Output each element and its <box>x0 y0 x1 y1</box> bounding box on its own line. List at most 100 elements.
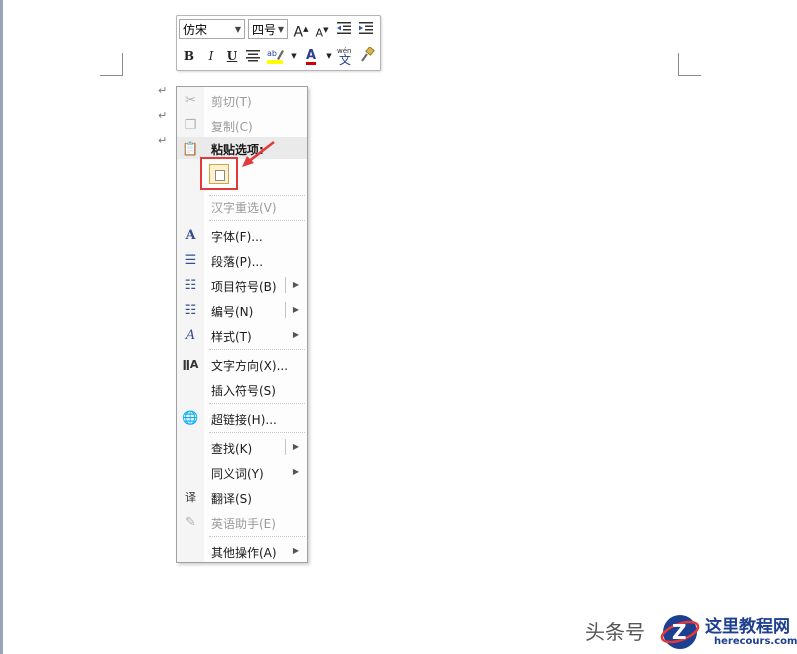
copy-icon: ❐ <box>184 118 197 133</box>
crop-mark-left <box>100 53 123 76</box>
styles-icon: A <box>185 328 196 343</box>
menu-item-other-actions[interactable]: 其他操作(A) ▶ <box>177 539 307 564</box>
svg-text:ab: ab <box>267 49 277 58</box>
menu-item-styles[interactable]: A 样式(T) ▶ <box>177 323 307 348</box>
italic-button[interactable]: I <box>202 47 220 65</box>
svg-text:Z: Z <box>672 620 687 644</box>
format-painter-icon <box>361 46 375 62</box>
chevron-down-icon[interactable]: ▼ <box>285 47 303 65</box>
menu-item-reconvert[interactable]: 汉字重选(V) <box>177 194 307 219</box>
chevron-down-icon: ▼ <box>277 25 284 34</box>
center-align-icon <box>246 50 260 62</box>
format-painter-button[interactable] <box>358 46 376 65</box>
menu-item-label: 超链接(H)... <box>211 413 277 427</box>
submenu-arrow-icon: ▶ <box>292 330 299 339</box>
menu-item-text-direction[interactable]: ǁA 文字方向(X)... <box>177 352 307 377</box>
menu-item-label: 同义词(Y) <box>211 467 264 481</box>
menu-separator <box>209 403 305 404</box>
brand-logo-icon: Z <box>660 615 700 649</box>
submenu-arrow-icon[interactable]: ▶ <box>293 303 299 317</box>
paste-text-icon <box>209 164 229 184</box>
submenu-arrow-icon: ▶ <box>292 546 299 555</box>
submenu-arrow-icon: ▶ <box>292 467 299 476</box>
highlight-button[interactable]: ab <box>266 47 284 65</box>
scissors-icon: ✂ <box>185 93 196 108</box>
menu-item-insert-symbol[interactable]: 插入符号(S) <box>177 377 307 402</box>
paragraph-mark: ↵ <box>158 109 168 122</box>
translate-icon: 译 <box>185 491 196 504</box>
window-left-edge <box>0 0 3 654</box>
font-color-button[interactable]: A <box>302 46 320 65</box>
menu-item-english-assistant[interactable]: ✎ 英语助手(E) <box>177 510 307 535</box>
menu-separator <box>209 220 305 221</box>
menu-item-paragraph[interactable]: ☰ 段落(P)... <box>177 248 307 273</box>
menu-item-font[interactable]: A 字体(F)... <box>177 223 307 248</box>
font-size-value: 四号 <box>252 23 277 37</box>
chevron-down-icon: ▼ <box>234 25 241 34</box>
font-size-combo[interactable]: 四号 ▼ <box>248 19 288 39</box>
menu-item-numbering[interactable]: ☷ 编号(N) ▶ <box>177 298 307 323</box>
menu-item-copy[interactable]: ❐ 复制(C) <box>177 113 307 138</box>
font-icon: A <box>185 228 196 243</box>
menu-item-cut[interactable]: ✂ 剪切(T) <box>177 88 307 113</box>
menu-item-label: 翻译(S) <box>211 492 252 506</box>
clipboard-icon: 📋 <box>182 142 199 157</box>
shrink-font-icon: A <box>315 26 324 40</box>
split-divider <box>285 277 286 293</box>
menu-item-hyperlink[interactable]: 🌐 超链接(H)... <box>177 406 307 431</box>
menu-item-label: 插入符号(S) <box>211 384 276 398</box>
increase-indent-icon <box>359 22 373 34</box>
paste-keep-text-only-button[interactable] <box>200 157 238 190</box>
shrink-font-button[interactable]: A▼ <box>313 21 331 40</box>
menu-item-translate[interactable]: 译 翻译(S) <box>177 485 307 510</box>
text-direction-icon: ǁA <box>182 358 199 371</box>
menu-item-label: 汉字重选(V) <box>211 201 277 215</box>
phonetic-guide-icon: wén 文 <box>336 45 356 67</box>
menu-separator <box>209 349 305 350</box>
split-divider <box>285 302 286 318</box>
numbered-list-icon: ☷ <box>184 303 197 318</box>
decrease-indent-button[interactable] <box>335 20 353 38</box>
menu-item-label: 项目符号(B) <box>211 280 277 294</box>
phonetic-char: 文 <box>339 53 352 67</box>
font-color-icon: A <box>305 48 317 65</box>
watermark-brand: 这里教程网 <box>705 617 790 637</box>
menu-item-label: 英语助手(E) <box>211 517 276 531</box>
menu-item-label: 文字方向(X)... <box>211 359 289 373</box>
menu-item-label: 其他操作(A) <box>211 546 277 560</box>
watermark-source: 头条号 <box>585 620 645 644</box>
grow-font-icon: A <box>293 24 304 41</box>
watermark-url: herecours.com <box>714 636 797 647</box>
underline-button[interactable]: U <box>223 47 241 65</box>
submenu-arrow-icon[interactable]: ▶ <box>293 278 299 292</box>
paragraph-mark: ↵ <box>158 84 168 97</box>
menu-item-label: 查找(K) <box>211 442 253 456</box>
highlighter-icon: ab <box>267 49 284 64</box>
menu-item-label: 样式(T) <box>211 330 252 344</box>
grow-font-button[interactable]: A▲ <box>292 20 310 41</box>
menu-item-label: 字体(F)... <box>211 230 263 244</box>
center-align-button[interactable] <box>244 47 262 65</box>
menu-item-lookup[interactable]: 查找(K) ▶ <box>177 435 307 460</box>
increase-indent-button[interactable] <box>357 20 375 38</box>
menu-item-bullets[interactable]: ☷ 项目符号(B) ▶ <box>177 273 307 298</box>
submenu-arrow-icon[interactable]: ▶ <box>293 440 299 454</box>
menu-separator <box>209 536 305 537</box>
crop-mark-right <box>678 53 701 76</box>
menu-item-label: 段落(P)... <box>211 255 264 269</box>
english-assistant-icon: ✎ <box>185 515 196 530</box>
menu-item-label: 剪切(T) <box>211 95 252 109</box>
mini-toolbar: 仿宋 ▼ 四号 ▼ A▲ A▼ B I U ab ▼ A ▼ wén 文 <box>176 15 381 71</box>
bullet-list-icon: ☷ <box>184 278 197 293</box>
split-divider <box>285 439 286 455</box>
menu-item-label: 复制(C) <box>211 120 253 134</box>
font-name-combo[interactable]: 仿宋 ▼ <box>179 19 245 39</box>
menu-item-label: 编号(N) <box>211 305 254 319</box>
decrease-indent-icon <box>337 22 351 34</box>
bold-button[interactable]: B <box>180 47 198 65</box>
phonetic-guide-button[interactable]: wén 文 <box>336 45 356 67</box>
paragraph-mark: ↵ <box>158 134 168 147</box>
annotation-arrow <box>242 141 275 167</box>
menu-item-synonyms[interactable]: 同义词(Y) ▶ <box>177 460 307 485</box>
font-name-value: 仿宋 <box>183 23 208 37</box>
